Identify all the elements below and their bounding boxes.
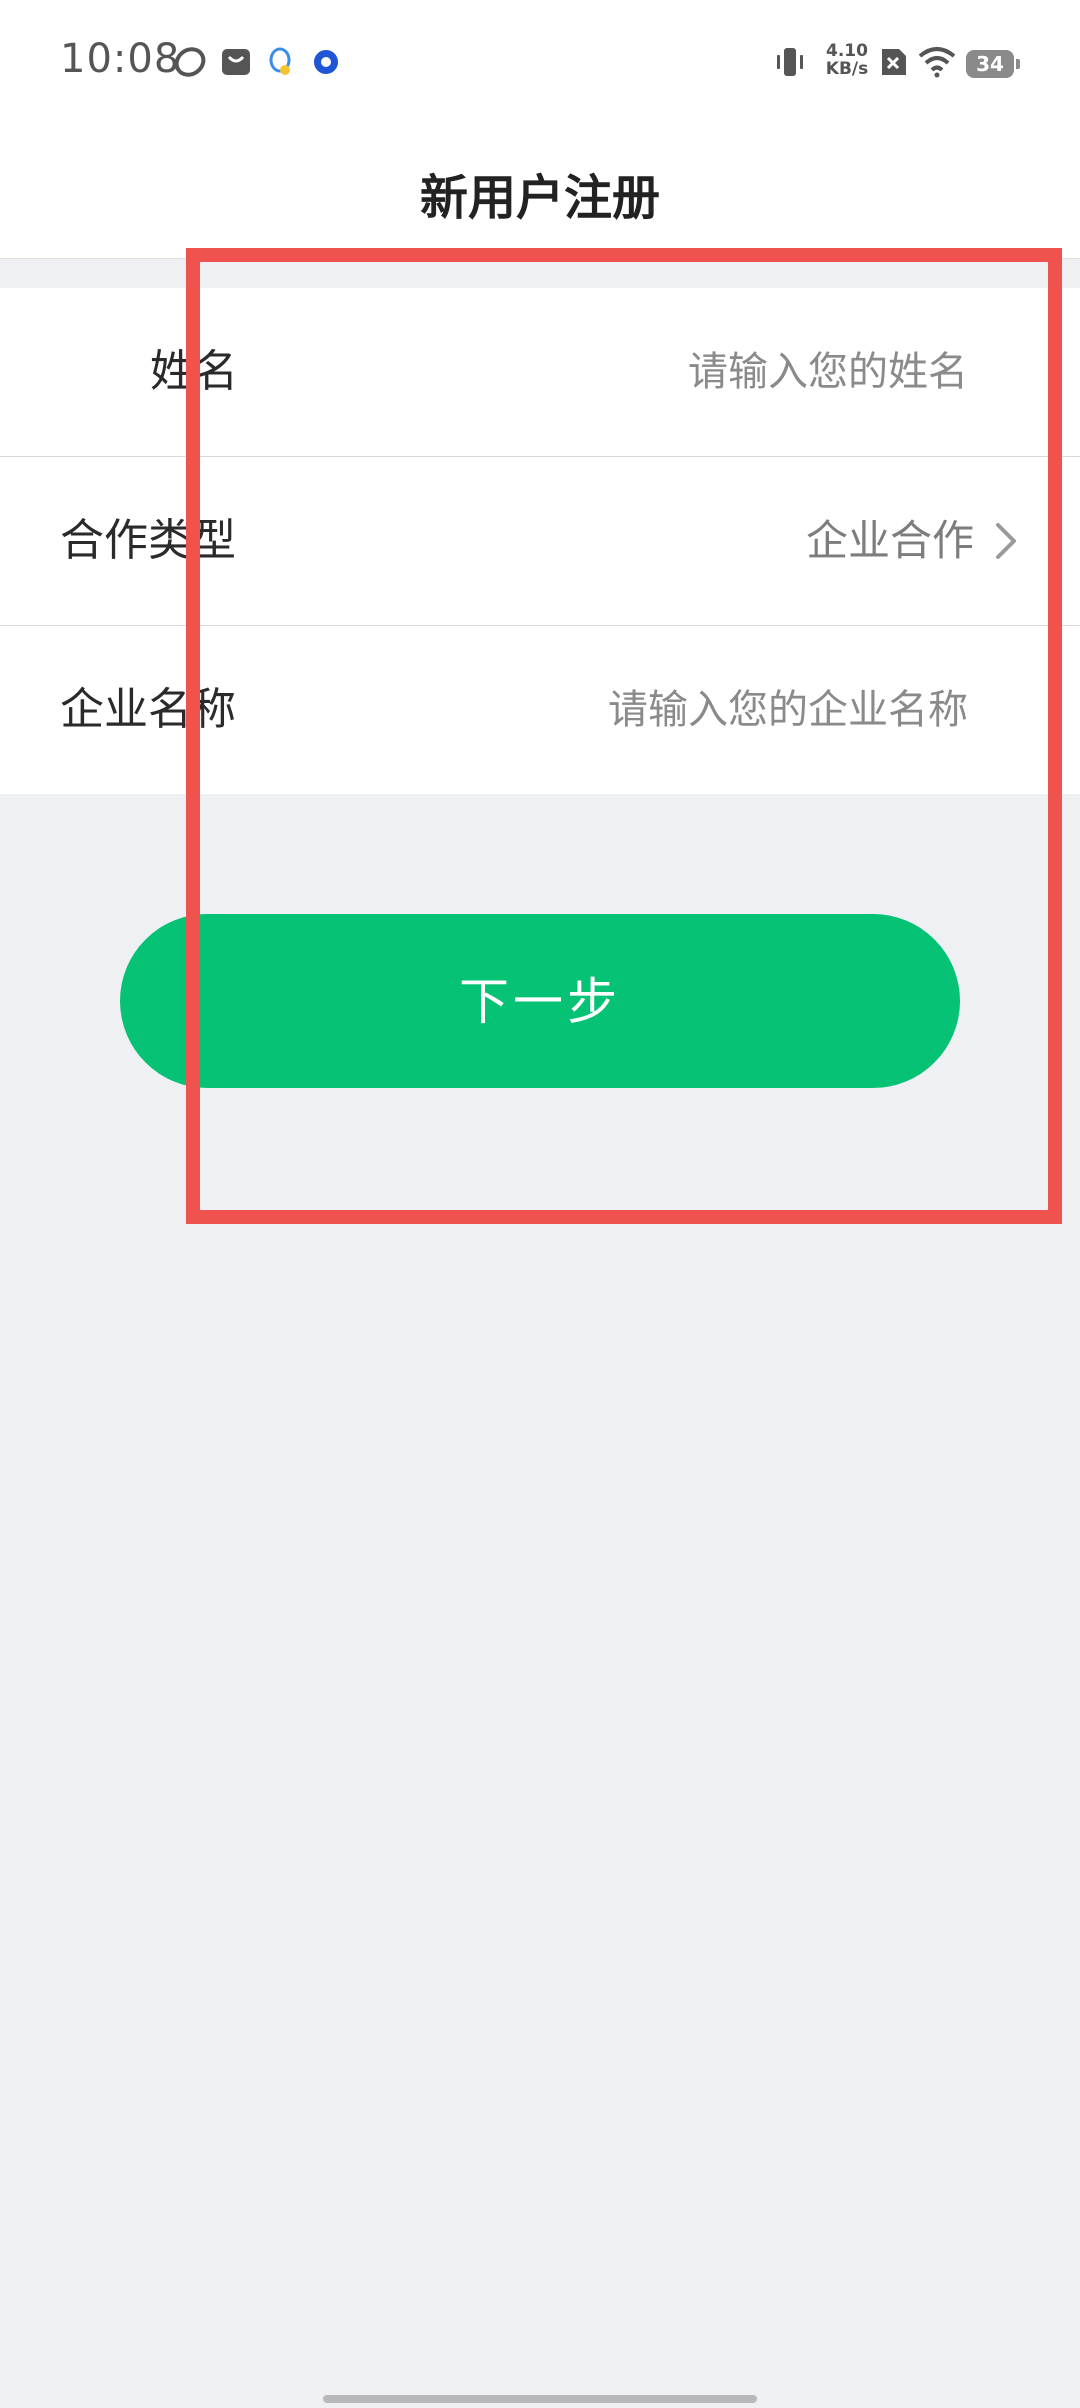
status-bar: 10:08 4.10 KB/s 34 [0, 0, 1080, 128]
app-icon-1 [174, 46, 206, 78]
network-speed: 4.10 KB/s [822, 42, 872, 78]
cooperation-type-value[interactable]: 企业合作 [806, 457, 974, 625]
status-time: 10:08 [60, 36, 181, 82]
form-row-cooperation-type[interactable]: 合作类型 企业合作 [0, 457, 1080, 626]
company-name-input[interactable] [408, 626, 968, 794]
page-title: 新用户注册 [419, 170, 660, 226]
form-row-name: 姓名 [0, 288, 1080, 457]
name-input[interactable] [408, 288, 968, 456]
registration-form: 姓名 合作类型 企业合作 企业名称 [0, 288, 1080, 794]
network-speed-value: 4.10 [826, 41, 868, 61]
wifi-icon [918, 46, 956, 78]
home-indicator[interactable] [323, 2395, 757, 2403]
cooperation-type-label: 合作类型 [60, 515, 236, 566]
company-name-label: 企业名称 [60, 684, 236, 735]
page-header: 新用户注册 [0, 128, 1080, 259]
battery-icon: 34 [966, 50, 1020, 78]
no-sim-icon [878, 46, 910, 78]
qq-icon [264, 46, 296, 78]
browser-icon [310, 46, 342, 78]
shopping-bag-icon [220, 46, 252, 78]
form-row-company-name: 企业名称 [0, 626, 1080, 794]
name-label: 姓名 [150, 346, 238, 397]
chevron-right-icon[interactable] [986, 519, 1026, 563]
network-speed-unit: KB/s [825, 59, 869, 79]
next-step-button[interactable]: 下一步 [120, 914, 960, 1088]
vibrate-icon [774, 46, 806, 78]
